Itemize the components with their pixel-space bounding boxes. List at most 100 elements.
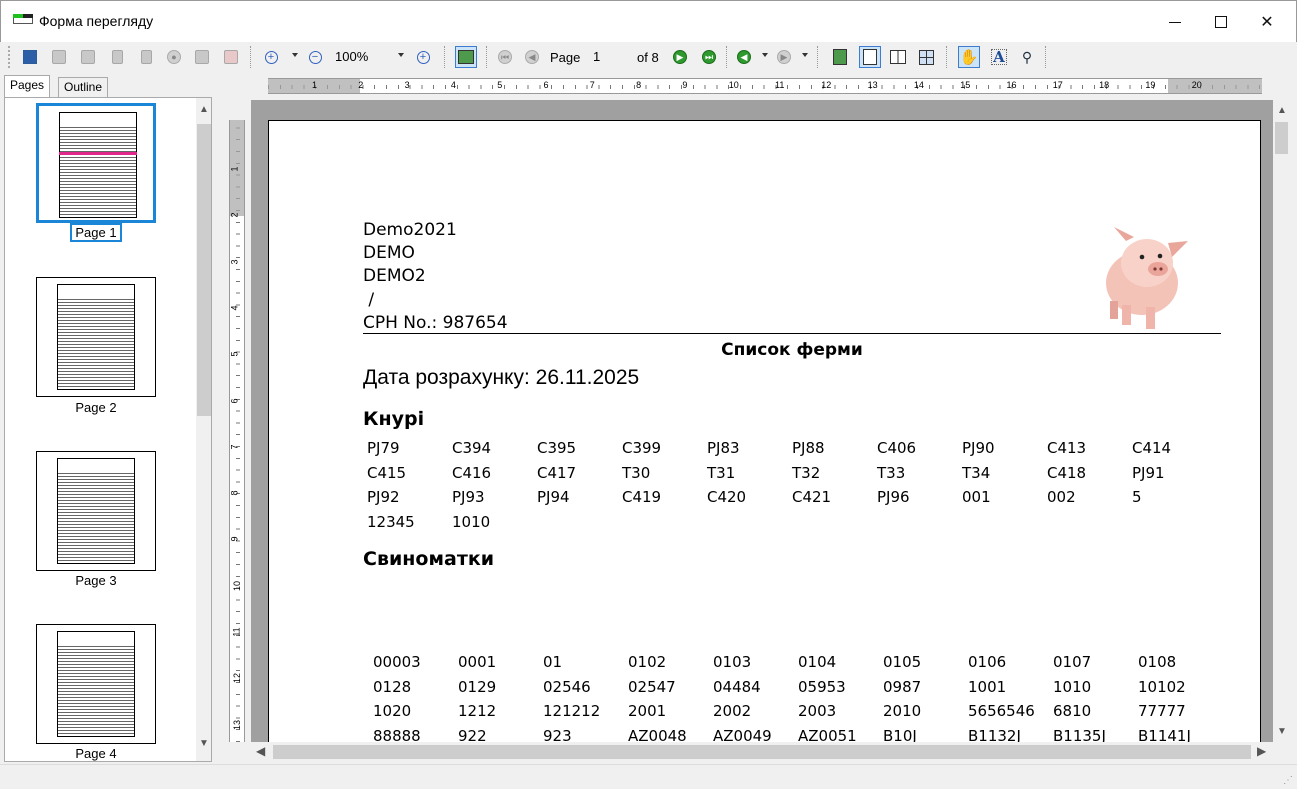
forward-button[interactable]: ▶ xyxy=(773,46,795,68)
thumbnail-page-3[interactable] xyxy=(36,451,156,571)
back-dropdown-arrow[interactable] xyxy=(762,53,768,57)
stop-button[interactable]: ● xyxy=(163,46,185,68)
single-page-view-button[interactable] xyxy=(829,46,851,68)
ruler-tick-label: 5 xyxy=(497,80,503,90)
minimize-button[interactable] xyxy=(1152,1,1198,43)
zoom-button[interactable]: + xyxy=(260,46,282,68)
maximize-button[interactable] xyxy=(1198,1,1244,43)
forward-dropdown-arrow[interactable] xyxy=(802,53,808,57)
scrollbar-thumb[interactable] xyxy=(273,745,1251,759)
ruler-tick-label: 4 xyxy=(450,80,456,90)
scroll-down-icon[interactable]: ▼ xyxy=(1277,726,1287,737)
two-page-icon xyxy=(890,50,906,64)
animal-id: 88888 xyxy=(373,726,421,743)
export-button[interactable] xyxy=(220,46,242,68)
animal-id: 2001 xyxy=(628,702,667,720)
zoom-out-button[interactable]: − xyxy=(304,46,326,68)
maximize-icon xyxy=(1215,16,1227,28)
new-page-button[interactable] xyxy=(106,46,128,68)
ruler-tick-label: 17 xyxy=(1052,80,1063,90)
thumbnail-panel: Page 1 Page 2 Page 3 Page 4 ▲ ▼ xyxy=(4,97,212,762)
hand-tool-button[interactable]: ✋ xyxy=(958,46,980,68)
animal-id: 0105 xyxy=(883,653,922,671)
tab-pages[interactable]: Pages xyxy=(4,75,51,98)
scroll-up-icon[interactable]: ▲ xyxy=(1277,105,1287,116)
animal-id: 1010 xyxy=(452,512,491,531)
toolbar-separator xyxy=(1045,46,1046,68)
scroll-left-icon[interactable]: ◀ xyxy=(256,744,265,758)
resize-grip-icon[interactable]: ⋰ xyxy=(1283,775,1293,786)
boars-list: PJ79 C394 C395 C399 PJ83 PJ88 C406 PJ90 C413 C414… xyxy=(367,436,1217,534)
animal-id: 121212 xyxy=(543,702,601,720)
ruler-tick-label: 2 xyxy=(358,80,364,90)
animal-id: B1135J xyxy=(1053,726,1106,743)
animal-id: PJ88 xyxy=(792,439,825,457)
animal-id: 12345 xyxy=(367,512,415,531)
animal-id: 922 xyxy=(458,726,487,743)
last-page-button[interactable]: ⏭ xyxy=(698,46,720,68)
save-button[interactable] xyxy=(19,46,41,68)
print-button[interactable] xyxy=(191,46,213,68)
preview-area[interactable]: Demo2021 DEMO DEMO2 / CPH No.: 987654 Сп… xyxy=(251,100,1273,742)
ruler-tick-label: 14 xyxy=(913,80,924,90)
ruler-tick-label: 11 xyxy=(231,627,242,637)
next-page-button[interactable]: ▶ xyxy=(669,46,691,68)
visible-area-marker xyxy=(59,152,137,155)
preview-vertical-scrollbar[interactable]: ▲ ▼ xyxy=(1273,100,1290,742)
animal-id: 002 xyxy=(1047,488,1076,506)
find-button[interactable]: ⚲ xyxy=(1016,46,1038,68)
thumbnail-page-4[interactable] xyxy=(36,624,156,744)
scroll-down-icon[interactable]: ▼ xyxy=(199,738,209,749)
zoom-select-arrow[interactable] xyxy=(398,53,404,57)
toolbar-grip[interactable] xyxy=(8,46,11,68)
open-button[interactable] xyxy=(77,46,99,68)
animal-id: PJ91 xyxy=(1132,463,1165,482)
tab-outline[interactable]: Outline xyxy=(58,77,109,98)
scroll-up-icon[interactable]: ▲ xyxy=(199,104,209,115)
close-button[interactable]: ✕ xyxy=(1244,1,1290,43)
thumbnail-preview xyxy=(59,112,137,218)
ruler-tick-label: 7 xyxy=(589,80,595,90)
scroll-right-icon[interactable]: ▶ xyxy=(1257,744,1266,758)
calculation-date: Дата розрахунку: 26.11.2025 xyxy=(363,366,640,389)
panel-tabs: Pages Outline xyxy=(0,72,250,100)
app-icon xyxy=(13,14,33,24)
delete-page-button[interactable] xyxy=(135,46,157,68)
print-setup-button[interactable] xyxy=(48,46,70,68)
first-page-button[interactable]: ⏮ xyxy=(494,46,516,68)
two-page-view-button[interactable] xyxy=(887,46,909,68)
zoom-in-button[interactable]: + xyxy=(412,46,434,68)
preview-horizontal-scrollbar[interactable]: ◀ ▶ xyxy=(251,742,1273,762)
minimize-icon xyxy=(1169,21,1181,23)
page-number-input[interactable]: 1 xyxy=(590,47,632,67)
status-bar: ⋰ xyxy=(0,764,1297,789)
animal-id: PJ94 xyxy=(537,488,570,506)
continuous-view-button[interactable] xyxy=(859,46,881,68)
scrollbar-thumb[interactable] xyxy=(197,124,211,416)
header-line: Demo2021 xyxy=(363,220,457,240)
thumbnails-toggle-button[interactable] xyxy=(455,46,477,68)
thumbnail-page-1[interactable] xyxy=(36,103,156,223)
thumbnail-page-2[interactable] xyxy=(36,277,156,397)
zoom-dropdown-arrow[interactable] xyxy=(292,53,298,57)
text-select-button[interactable]: A xyxy=(988,46,1010,68)
thumbnail-scrollbar[interactable]: ▲ ▼ xyxy=(196,98,211,761)
animal-id: PJ92 xyxy=(367,488,400,506)
animal-id: C420 xyxy=(707,488,747,506)
prev-page-button[interactable]: ◀ xyxy=(521,46,543,68)
ruler-tick-label: 13 xyxy=(867,80,878,90)
boars-heading: Кнурі xyxy=(363,408,425,430)
animal-id: 02546 xyxy=(543,677,591,696)
close-icon: ✕ xyxy=(1260,14,1274,31)
zoom-select[interactable]: 100% xyxy=(332,47,408,67)
ruler-tick-label: 7 xyxy=(229,444,240,450)
back-button[interactable]: ◀ xyxy=(733,46,755,68)
binoculars-icon: ⚲ xyxy=(1021,48,1033,65)
animal-id: PJ79 xyxy=(367,439,400,457)
multi-page-view-button[interactable] xyxy=(915,46,937,68)
ruler-tick-label: 19 xyxy=(1145,80,1156,90)
printer-setup-icon xyxy=(52,50,66,64)
scrollbar-thumb[interactable] xyxy=(1275,122,1288,154)
animal-id: C415 xyxy=(367,463,407,482)
animal-id: 001 xyxy=(962,488,991,506)
